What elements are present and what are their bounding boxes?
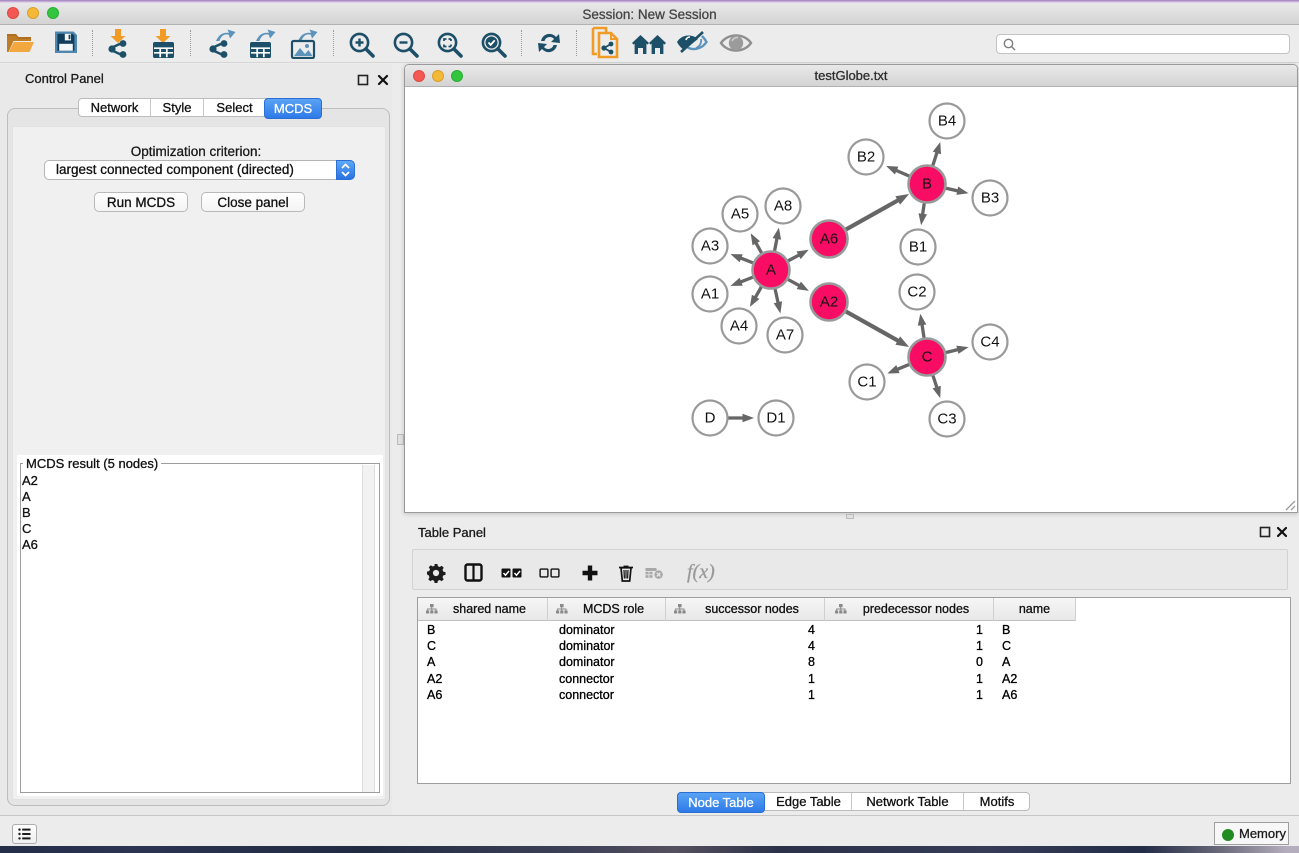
svg-text:B: B — [922, 176, 932, 193]
svg-text:D: D — [705, 410, 716, 427]
svg-text:C4: C4 — [980, 334, 999, 351]
svg-text:C1: C1 — [857, 374, 876, 391]
svg-text:D1: D1 — [766, 410, 785, 427]
svg-text:A4: A4 — [730, 318, 748, 335]
svg-text:A5: A5 — [731, 206, 749, 223]
svg-text:B4: B4 — [938, 113, 956, 130]
svg-text:A2: A2 — [820, 294, 838, 311]
svg-text:A1: A1 — [701, 286, 719, 303]
svg-text:A3: A3 — [701, 238, 719, 255]
svg-text:C: C — [922, 349, 933, 366]
svg-text:A8: A8 — [774, 198, 792, 215]
svg-text:A: A — [766, 262, 776, 279]
svg-text:A7: A7 — [776, 327, 794, 344]
svg-text:A6: A6 — [820, 231, 838, 248]
svg-text:C2: C2 — [907, 284, 926, 301]
svg-text:C3: C3 — [937, 411, 956, 428]
svg-text:B1: B1 — [909, 239, 927, 256]
svg-text:B2: B2 — [857, 149, 875, 166]
svg-text:B3: B3 — [981, 190, 999, 207]
